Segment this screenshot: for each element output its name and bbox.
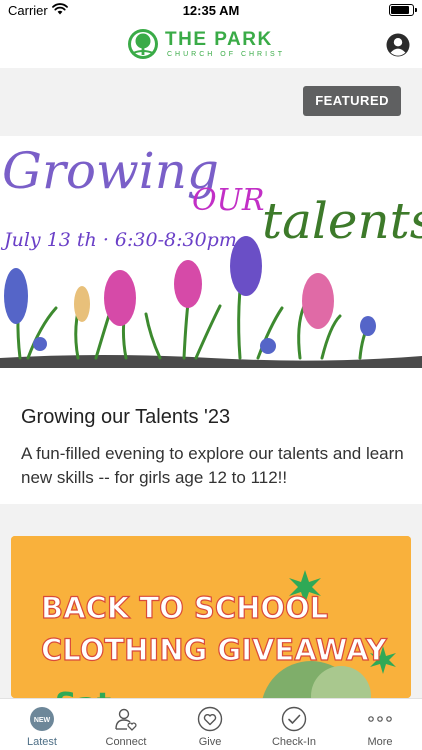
- tab-connect[interactable]: Connect: [84, 699, 168, 750]
- back-to-school-banner: BACK TO SCHOOL CLOTHING GIVEAWAY Sat: [11, 536, 411, 698]
- person-heart-icon: [115, 708, 137, 731]
- banner-script-growing: Growing: [2, 142, 219, 200]
- banner-script-talents: talents: [262, 192, 422, 250]
- battery-icon: [389, 4, 417, 16]
- app-screen: Carrier 12:35 AM THE PARK CHURCH OF CHRI…: [0, 0, 422, 750]
- new-badge-icon: NEW: [30, 707, 54, 731]
- tab-label-check-in: Check-In: [271, 736, 317, 748]
- logo-subtitle: CHURCH OF CHRIST: [167, 51, 285, 58]
- tree-logo-icon: [128, 29, 158, 59]
- tab-give[interactable]: Give: [168, 699, 252, 750]
- status-bar: Carrier 12:35 AM: [0, 0, 422, 22]
- tab-label-connect: Connect: [105, 736, 147, 748]
- app-header: THE PARK CHURCH OF CHRIST: [0, 22, 422, 68]
- featured-badge: FEATURED: [303, 86, 401, 116]
- latest-feed[interactable]: FEATURED Growing OUR talents July 13 th …: [0, 68, 422, 698]
- tab-label-latest: Latest: [27, 736, 57, 748]
- check-circle-icon: [281, 706, 307, 732]
- heart-circle-icon: [197, 706, 223, 732]
- tab-label-more: More: [367, 736, 393, 748]
- logo-name: THE PARK: [165, 29, 273, 50]
- card-title: Growing our Talents '23: [21, 406, 231, 428]
- banner-date-line: July 13 th · 6:30-8:30pm: [0, 229, 237, 251]
- feed-card-back-to-school[interactable]: BACK TO SCHOOL CLOTHING GIVEAWAY Sat: [11, 536, 411, 698]
- svg-text:NEW: NEW: [34, 717, 51, 724]
- banner-line-clothing-giveaway: CLOTHING GIVEAWAY: [41, 633, 388, 667]
- tab-check-in[interactable]: Check-In: [252, 699, 336, 750]
- clock: 12:35 AM: [182, 3, 240, 18]
- tab-more[interactable]: More: [338, 699, 422, 750]
- tab-bar: NEW Latest Connect Give Check-In More: [0, 698, 422, 750]
- profile-icon[interactable]: [386, 33, 410, 57]
- tab-latest[interactable]: NEW Latest: [0, 699, 84, 750]
- more-dots-icon: [368, 716, 392, 722]
- growing-talents-banner: Growing OUR talents July 13 th · 6:30-8:…: [0, 136, 422, 368]
- banner-partial-text: Sat: [55, 687, 111, 698]
- feed-card-growing-talents[interactable]: Growing OUR talents July 13 th · 6:30-8:…: [0, 136, 422, 504]
- card-description: A fun-filled evening to explore our tale…: [21, 444, 404, 487]
- banner-line-back-to-school: BACK TO SCHOOL: [41, 591, 328, 625]
- tab-label-give: Give: [198, 736, 222, 748]
- banner-accent-our: OUR: [192, 183, 264, 218]
- church-logo: THE PARK CHURCH OF CHRIST: [127, 27, 297, 61]
